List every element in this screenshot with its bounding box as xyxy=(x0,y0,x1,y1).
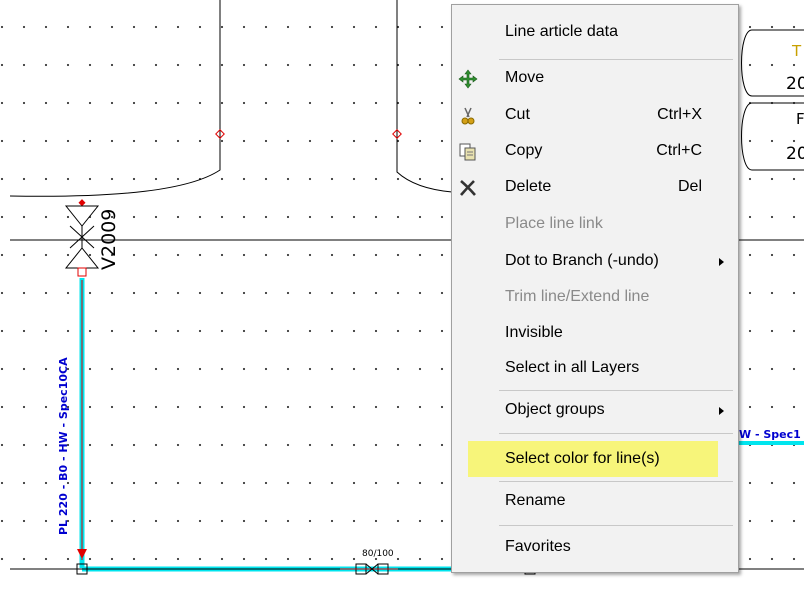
menu-separator xyxy=(499,481,733,482)
menu-item-label: Place line link xyxy=(505,215,603,232)
right-box-2-bottom: 20 xyxy=(786,144,804,164)
menu-separator xyxy=(499,433,733,434)
menu-item-shortcut: Ctrl+X xyxy=(657,106,702,123)
reducer-label: 80/100 xyxy=(362,549,394,559)
reducer-symbol[interactable] xyxy=(340,563,398,575)
menu-item-favorites[interactable]: Favorites xyxy=(452,532,738,564)
pipe-label-right: W - Spec1 xyxy=(739,428,801,441)
menu-item-copy[interactable]: Copy Ctrl+C xyxy=(452,136,738,168)
menu-item-shortcut: Ctrl+C xyxy=(656,142,702,159)
menu-item-select-color[interactable]: Select color for line(s) xyxy=(452,444,738,476)
menu-item-label: Select in all Layers xyxy=(505,359,640,376)
connection-point xyxy=(78,199,86,207)
right-box-1-top: T xyxy=(792,42,802,60)
pipe-label-vertical: PL 220 - B0 - HW - Spec10CA xyxy=(57,357,70,535)
context-menu: Line article data Move Cut Ctrl+X Copy C… xyxy=(451,4,739,573)
menu-item-label: Invisible xyxy=(505,324,563,341)
submenu-arrow-icon xyxy=(719,258,724,266)
menu-item-select-all-layers[interactable]: Select in all Layers xyxy=(452,353,738,385)
flow-arrow xyxy=(77,549,87,559)
left-pipe-outline xyxy=(9,0,221,197)
valve-tag: V2009 xyxy=(98,208,120,270)
move-icon xyxy=(458,69,478,89)
menu-item-label: Copy xyxy=(505,142,543,159)
menu-item-place-line-link[interactable]: Place line link xyxy=(452,209,738,241)
submenu-arrow-icon xyxy=(719,407,724,415)
menu-item-label: Object groups xyxy=(505,401,605,418)
menu-item-line-article-data[interactable]: Line article data xyxy=(452,17,738,49)
copy-icon xyxy=(459,143,476,161)
valve-symbol[interactable] xyxy=(64,205,100,277)
menu-item-move[interactable]: Move xyxy=(452,63,738,95)
menu-item-label: Trim line/Extend line xyxy=(505,288,650,305)
menu-item-label: Cut xyxy=(505,106,530,123)
right-box-1-bottom: 20 xyxy=(786,74,804,94)
menu-item-cut[interactable]: Cut Ctrl+X xyxy=(452,100,738,132)
menu-item-label: Move xyxy=(505,69,545,86)
menu-separator xyxy=(499,59,733,60)
right-box-2-top: F xyxy=(796,110,804,128)
menu-item-trim-line[interactable]: Trim line/Extend line xyxy=(452,282,738,314)
middle-pipe-outline xyxy=(396,0,453,193)
menu-item-object-groups[interactable]: Object groups xyxy=(452,395,738,427)
menu-separator xyxy=(499,525,733,526)
menu-item-dot-to-branch[interactable]: Dot to Branch (-undo) xyxy=(452,246,738,278)
menu-item-shortcut: Del xyxy=(677,178,702,195)
menu-item-invisible[interactable]: Invisible xyxy=(452,318,738,350)
menu-item-label: Favorites xyxy=(505,538,571,555)
menu-item-delete[interactable]: Delete Del xyxy=(452,172,738,204)
menu-item-label: Delete xyxy=(505,178,552,195)
menu-item-rename[interactable]: Rename xyxy=(452,486,738,518)
menu-item-label: Line article data xyxy=(505,23,618,40)
menu-item-label: Dot to Branch (-undo) xyxy=(505,252,659,269)
menu-item-label: Rename xyxy=(505,492,566,509)
delete-x-icon xyxy=(460,180,476,196)
scissors-icon xyxy=(461,107,475,125)
menu-separator xyxy=(499,390,733,391)
menu-item-label: Select color for line(s) xyxy=(505,450,660,467)
